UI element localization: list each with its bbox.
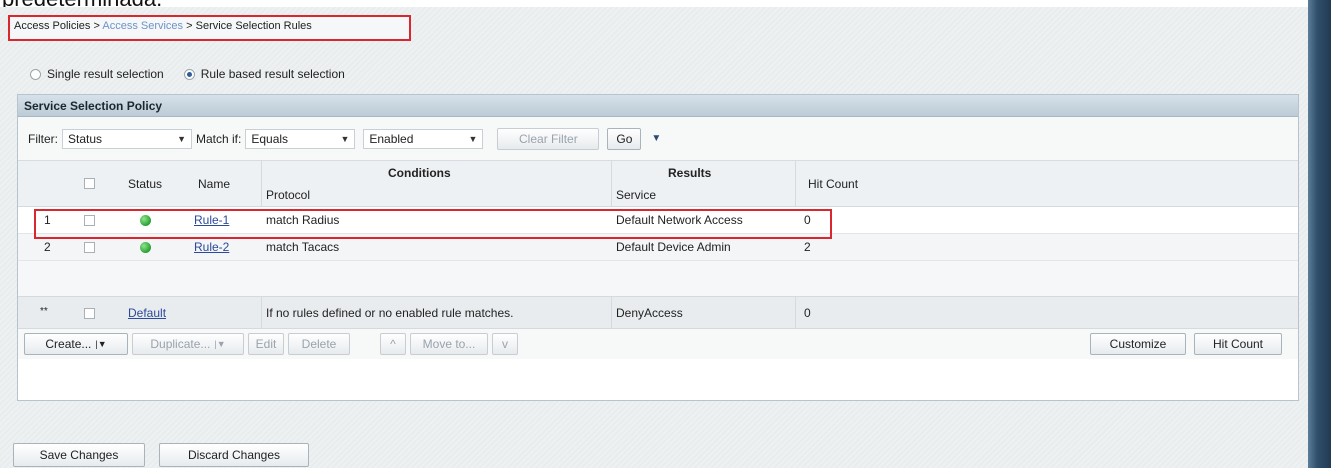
column-divider: [611, 297, 612, 329]
create-label: Create...: [45, 337, 92, 351]
rule-protocol: match Tacacs: [266, 240, 340, 254]
default-rule-link[interactable]: Default: [128, 306, 166, 320]
discard-changes-button[interactable]: Discard Changes: [159, 443, 309, 467]
filter-bar: Filter: Status ▼ Match if: Equals ▼ Enab…: [18, 117, 1298, 161]
chevron-down-icon: ▼: [177, 133, 186, 144]
page: Access Policies > Access Services > Serv…: [0, 7, 1308, 468]
header-status[interactable]: Status: [128, 177, 162, 191]
single-result-label: Single result selection: [47, 67, 164, 81]
row-checkbox[interactable]: [84, 215, 95, 226]
header-name[interactable]: Name: [198, 177, 230, 191]
default-marker: **: [40, 306, 48, 317]
header-service[interactable]: Service: [616, 188, 656, 202]
header-hit-count[interactable]: Hit Count: [808, 177, 858, 191]
chevron-down-icon: v: [502, 337, 508, 351]
default-rule-condition: If no rules defined or no enabled rule m…: [266, 306, 514, 320]
chevron-down-icon: ▼: [468, 133, 478, 144]
rule-based-radio[interactable]: [183, 68, 195, 80]
rule-protocol: match Radius: [266, 213, 340, 227]
edit-button[interactable]: Edit: [248, 333, 284, 355]
service-selection-policy-panel: Service Selection Policy Filter: Status …: [17, 94, 1299, 401]
header-conditions: Conditions: [388, 166, 451, 180]
default-rule-service: DenyAccess: [616, 306, 683, 320]
column-divider: [261, 297, 262, 329]
table-header: Status Name Conditions Protocol Results …: [18, 161, 1298, 207]
save-changes-button[interactable]: Save Changes: [13, 443, 145, 467]
rule-service: Default Device Admin: [616, 240, 731, 254]
chevron-down-icon: ▼: [340, 133, 350, 144]
move-up-button[interactable]: ^: [380, 333, 406, 355]
select-all-checkbox[interactable]: [84, 178, 95, 189]
status-enabled-icon: [140, 215, 151, 226]
status-enabled-icon: [140, 242, 151, 253]
rule-name-link[interactable]: Rule-2: [194, 240, 229, 254]
column-divider: [795, 161, 796, 207]
customize-button[interactable]: Customize: [1090, 333, 1186, 355]
match-label: Match if:: [196, 131, 242, 146]
breadcrumb-separator: >: [183, 20, 196, 32]
rule-hit-count: 0: [804, 213, 811, 227]
filter-dropdown-icon[interactable]: ▼: [651, 133, 661, 144]
rule-hit-count: 2: [804, 240, 811, 254]
table-empty-area: [18, 261, 1298, 297]
row-number: 1: [44, 213, 51, 227]
row-checkbox[interactable]: [84, 242, 95, 253]
duplicate-label: Duplicate...: [150, 337, 211, 351]
breadcrumb-access-policies[interactable]: Access Policies: [14, 20, 90, 32]
header-protocol[interactable]: Protocol: [266, 188, 310, 202]
breadcrumb: Access Policies > Access Services > Serv…: [8, 15, 411, 41]
action-bar: Create... |▼ Duplicate... |▼ Edit Delete…: [18, 329, 1298, 359]
default-rule-hit-count: 0: [804, 306, 811, 320]
footer-buttons: Save Changes Discard Changes: [13, 443, 309, 467]
panel-title: Service Selection Policy: [18, 95, 1298, 117]
default-row-checkbox[interactable]: [84, 308, 95, 319]
rule-based-label: Rule based result selection: [200, 67, 345, 81]
create-button[interactable]: Create... |▼: [24, 333, 128, 355]
rules-table: Status Name Conditions Protocol Results …: [18, 161, 1298, 359]
column-divider: [795, 297, 796, 329]
filter-label: Filter:: [28, 131, 58, 146]
duplicate-button[interactable]: Duplicate... |▼: [132, 333, 244, 355]
move-down-button[interactable]: v: [492, 333, 518, 355]
breadcrumb-separator: >: [90, 20, 103, 32]
rule-service: Default Network Access: [616, 213, 743, 227]
match-value-select[interactable]: Enabled ▼: [363, 128, 484, 149]
chevron-down-icon: |▼: [95, 339, 107, 349]
chevron-up-icon: ^: [390, 337, 396, 351]
match-operator-value: Equals: [251, 131, 289, 146]
rule-name-link[interactable]: Rule-1: [194, 213, 229, 227]
header-results: Results: [668, 166, 712, 180]
go-button[interactable]: Go: [607, 127, 642, 150]
clear-filter-button[interactable]: Clear Filter: [497, 127, 600, 150]
delete-button[interactable]: Delete: [288, 333, 350, 355]
hit-count-button[interactable]: Hit Count: [1194, 333, 1282, 355]
right-edge-decoration: [1308, 0, 1331, 468]
single-result-radio[interactable]: [30, 68, 41, 80]
row-number: 2: [44, 240, 51, 254]
breadcrumb-access-services[interactable]: Access Services: [102, 20, 183, 32]
default-rule-row[interactable]: ** Default If no rules defined or no ena…: [18, 297, 1298, 329]
filter-field-select[interactable]: Status ▼: [62, 128, 192, 149]
move-to-button[interactable]: Move to...: [410, 333, 488, 355]
column-divider: [611, 161, 612, 207]
column-divider: [261, 161, 262, 207]
chevron-down-icon: |▼: [214, 339, 226, 349]
table-row[interactable]: 2 Rule-2 match Tacacs Default Device Adm…: [18, 234, 1298, 261]
selection-mode: Single result selection Rule based resul…: [30, 67, 345, 81]
match-value-value: Enabled: [369, 131, 414, 146]
table-row[interactable]: 1 Rule-1 match Radius Default Network Ac…: [18, 207, 1298, 234]
match-operator-select[interactable]: Equals ▼: [245, 128, 356, 149]
filter-field-value: Status: [68, 131, 103, 146]
breadcrumb-service-selection-rules: Service Selection Rules: [195, 20, 312, 32]
